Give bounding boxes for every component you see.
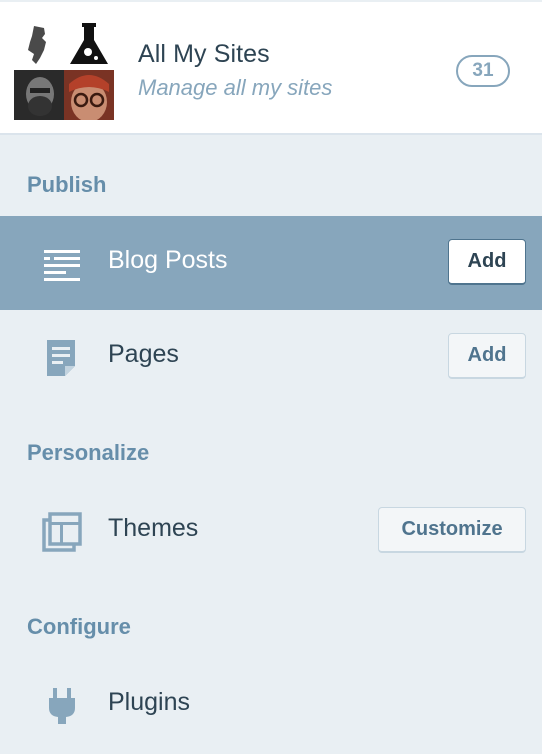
sidebar-item-blog-posts[interactable]: Blog Posts Add xyxy=(0,216,542,310)
site-count-badge: 31 xyxy=(456,55,510,87)
themes-icon xyxy=(40,510,84,554)
new-jersey-avatar xyxy=(14,20,64,70)
add-page-button[interactable]: Add xyxy=(448,333,526,379)
flask-avatar xyxy=(64,20,114,70)
sidebar-item-label: Plugins xyxy=(108,688,190,716)
red-hair-glasses-avatar xyxy=(64,70,114,120)
section-heading-publish: Publish xyxy=(27,172,107,197)
bearded-man-avatar xyxy=(14,70,64,120)
all-my-sites-title: All My Sites xyxy=(138,40,270,68)
all-my-sites-header[interactable]: All My Sites Manage all my sites 31 xyxy=(0,0,542,135)
sidebar-item-label: Blog Posts xyxy=(108,246,228,274)
sidebar-item-pages[interactable]: Pages Add xyxy=(0,310,542,404)
sidebar-item-plugins[interactable]: Plugins xyxy=(0,658,542,752)
add-blog-post-button[interactable]: Add xyxy=(448,239,526,285)
page-icon xyxy=(40,336,84,380)
sidebar-item-label: Pages xyxy=(108,340,179,368)
site-avatars-grid xyxy=(14,20,114,120)
customize-theme-button[interactable]: Customize xyxy=(378,507,526,553)
all-my-sites-subtitle: Manage all my sites xyxy=(138,75,333,100)
sidebar-item-label: Themes xyxy=(108,514,199,542)
posts-icon xyxy=(40,242,84,286)
section-heading-configure: Configure xyxy=(27,614,131,639)
plugin-icon xyxy=(40,684,84,728)
section-heading-personalize: Personalize xyxy=(27,440,150,465)
sidebar-item-themes[interactable]: Themes Customize xyxy=(0,484,542,578)
